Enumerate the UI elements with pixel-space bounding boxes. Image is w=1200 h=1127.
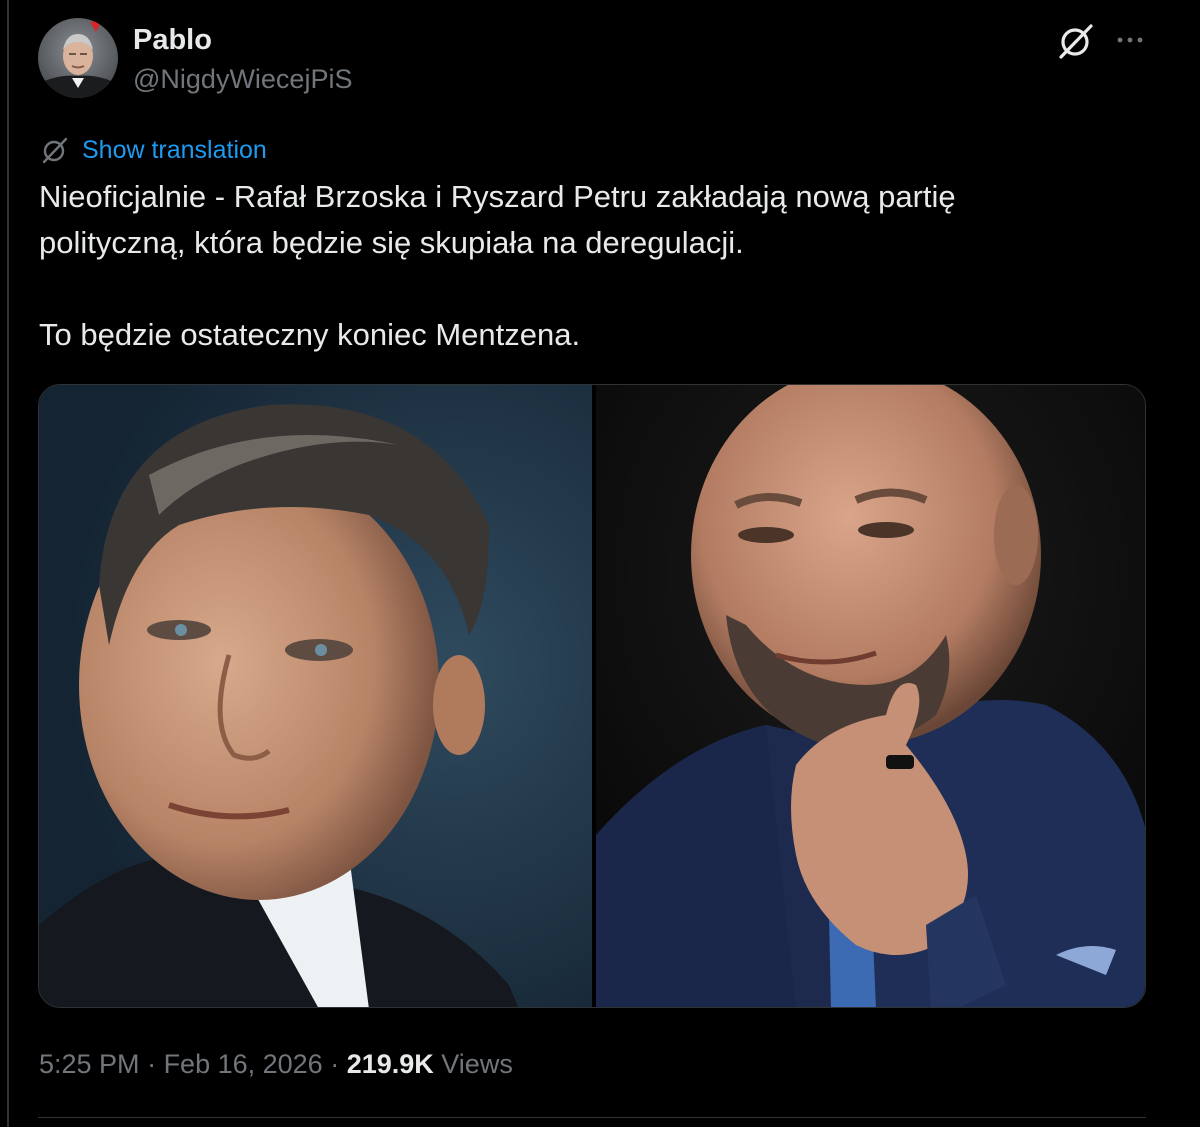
author-avatar[interactable] [38,18,118,98]
photo-left[interactable] [39,385,592,1007]
more-options-icon[interactable] [1112,22,1148,58]
meta-separator: · [139,1049,164,1079]
meta-separator: · [322,1049,347,1079]
tweet-detail: Pablo @NigdyWiecejPiS Show translation N… [0,0,1200,1127]
grok-icon[interactable] [1055,20,1097,62]
author-handle[interactable]: @NigdyWiecejPiS [133,62,352,96]
column-divider [7,0,9,1127]
tweet-text: Nieoficjalnie - Rafał Brzoska i Ryszard … [39,174,1159,358]
post-time[interactable]: 5:25 PM [39,1049,140,1079]
show-translation[interactable]: Show translation [40,133,267,167]
translate-icon [40,135,70,165]
views-label: Views [433,1049,513,1079]
tweet-meta: 5:25 PM · Feb 16, 2026 · 219.9K Views [39,1046,513,1082]
tweet-media[interactable] [38,384,1146,1008]
tweet-text-line: polityczną, która będzie się skupiała na… [39,225,744,260]
post-date[interactable]: Feb 16, 2026 [164,1049,323,1079]
avatar-image [38,18,118,98]
tweet-text-line: Nieoficjalnie - Rafał Brzoska i Ryszard … [39,179,956,214]
divider [38,1117,1146,1118]
tweet-text-line: To będzie ostateczny koniec Mentzena. [39,317,581,352]
views-count[interactable]: 219.9K [347,1049,434,1079]
photo-right[interactable] [596,385,1145,1007]
show-translation-link[interactable]: Show translation [82,133,267,167]
author-name[interactable]: Pablo [133,22,212,58]
